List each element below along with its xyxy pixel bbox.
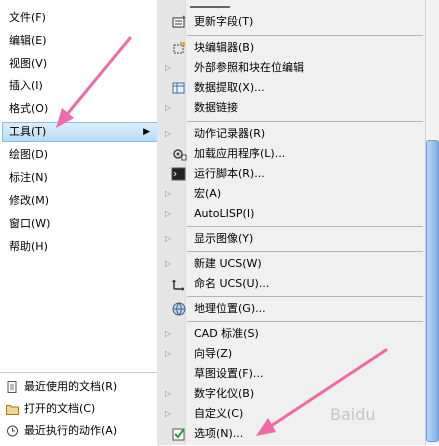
annotation-arrows: [56, 36, 388, 436]
pointer-arrow-tools: [62, 36, 132, 120]
pointer-arrowhead-options: [256, 418, 276, 436]
watermark: Baidu: [330, 405, 376, 424]
